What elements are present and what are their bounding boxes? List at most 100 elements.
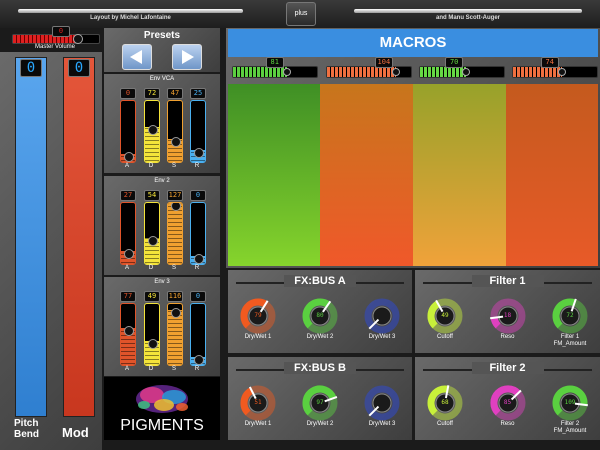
fader-stripes bbox=[168, 203, 182, 264]
fader-handle[interactable] bbox=[124, 325, 134, 336]
envelope-a-display: 0 bbox=[120, 88, 136, 99]
layout-credit: Layout by Michel Lafontaine bbox=[90, 15, 171, 21]
macro-3-pad[interactable] bbox=[413, 84, 506, 266]
pitch-bend-strip[interactable] bbox=[15, 57, 47, 417]
knob-value: 80 bbox=[316, 312, 324, 319]
envelope-stage-label: S bbox=[171, 265, 176, 271]
fader-stripes bbox=[145, 203, 159, 264]
pitch-bend-display: 0 bbox=[20, 59, 42, 77]
knob-value: 72 bbox=[566, 312, 574, 319]
envelope-r-fader[interactable] bbox=[190, 202, 206, 265]
envelope-d-display: 54 bbox=[144, 190, 160, 201]
envelope-r-fader[interactable] bbox=[190, 303, 206, 366]
filter-2-title: Filter 2 bbox=[471, 362, 544, 374]
knob-label: Cutoff bbox=[437, 421, 453, 427]
plus-button[interactable]: plus bbox=[286, 2, 316, 26]
fader-handle[interactable] bbox=[124, 152, 134, 162]
pigments-logo-text: PIGMENTS bbox=[120, 417, 204, 434]
envelope-d-fader[interactable] bbox=[144, 303, 160, 366]
knob-value: 109 bbox=[564, 399, 576, 406]
envelope-stage-label: A bbox=[124, 366, 129, 372]
macro-2-pad[interactable] bbox=[320, 84, 413, 266]
master-volume-handle[interactable] bbox=[72, 34, 83, 44]
knob-label: Cutoff bbox=[437, 334, 453, 340]
envelope-s-display: 116 bbox=[167, 291, 183, 302]
envelope-a-display: 77 bbox=[120, 291, 136, 302]
knob-label: Dry/Wet 3 bbox=[368, 421, 396, 427]
co-author-credit: and Manu Scott-Auger bbox=[436, 15, 500, 21]
envelope-stage-label: D bbox=[148, 265, 154, 271]
macro-slider-fill bbox=[513, 67, 562, 77]
envelope-d-fader[interactable] bbox=[144, 100, 160, 163]
macro-1-pad[interactable] bbox=[228, 84, 320, 266]
envelope-d-display: 72 bbox=[144, 88, 160, 99]
preset-prev-button[interactable] bbox=[122, 44, 152, 70]
envelope-title: Env 2 bbox=[154, 178, 170, 184]
knob-value: 79 bbox=[254, 312, 262, 319]
knob-value: 51 bbox=[254, 399, 262, 406]
knob-label: Filter 2 FM_Amount bbox=[553, 421, 587, 434]
macro-slider-handle[interactable] bbox=[282, 68, 291, 76]
knob-label: Filter 1 FM_Amount bbox=[553, 334, 587, 347]
envelope-s-fader[interactable] bbox=[167, 303, 183, 366]
knob-label: Reso bbox=[500, 421, 515, 427]
macro-4-display: 74 bbox=[540, 57, 559, 68]
envelope-stage-label: R bbox=[194, 366, 200, 372]
envelope-stage-label: R bbox=[194, 163, 200, 169]
presets-title: Presets bbox=[143, 30, 181, 41]
knob-value: 18 bbox=[503, 312, 512, 319]
pitch-bend-label-line2: Bend bbox=[14, 429, 39, 440]
macro-2-slider[interactable] bbox=[326, 66, 412, 78]
arrow-left-icon bbox=[130, 50, 142, 64]
top-rail-right bbox=[354, 9, 582, 13]
macro-1-display: 81 bbox=[265, 57, 284, 68]
knob-dial[interactable] bbox=[362, 383, 402, 423]
fader-handle[interactable] bbox=[194, 147, 204, 158]
macro-slider-fill bbox=[233, 67, 287, 77]
fader-handle[interactable] bbox=[148, 235, 158, 246]
macro-2-display: 104 bbox=[374, 57, 393, 68]
macro-slider-handle[interactable] bbox=[462, 68, 471, 76]
macro-4-pad[interactable] bbox=[506, 84, 598, 266]
fader-handle[interactable] bbox=[194, 254, 204, 264]
envelope-stage-label: A bbox=[124, 163, 129, 169]
envelope-d-display: 49 bbox=[144, 291, 160, 302]
mod-wheel-label: Mod bbox=[62, 425, 89, 440]
macros-title: MACROS bbox=[228, 29, 598, 57]
knob-dial[interactable] bbox=[362, 296, 402, 336]
macro-3-display: 70 bbox=[445, 57, 464, 68]
envelope-s-display: 127 bbox=[167, 190, 183, 201]
envelope-s-fader[interactable] bbox=[167, 202, 183, 265]
fader-handle[interactable] bbox=[171, 307, 181, 318]
fader-handle[interactable] bbox=[194, 355, 204, 365]
envelope-s-fader[interactable] bbox=[167, 100, 183, 163]
preset-next-button[interactable] bbox=[172, 44, 202, 70]
mod-wheel-display: 0 bbox=[68, 59, 90, 77]
envelope-a-fader[interactable] bbox=[120, 202, 136, 265]
filter-1-title: Filter 1 bbox=[471, 275, 544, 287]
master-volume-display: 0 bbox=[52, 26, 70, 37]
knob-label: Reso bbox=[500, 334, 515, 340]
top-rail-left bbox=[18, 9, 243, 13]
envelope-r-display: 0 bbox=[190, 190, 206, 201]
macro-3-slider[interactable] bbox=[419, 66, 505, 78]
knob-value: 68 bbox=[441, 399, 449, 406]
macro-slider-handle[interactable] bbox=[391, 68, 400, 76]
macro-slider-handle[interactable] bbox=[557, 68, 566, 76]
macro-slider-fill bbox=[420, 67, 467, 77]
envelope-r-fader[interactable] bbox=[190, 100, 206, 163]
knob-label: Dry/Wet 1 bbox=[244, 421, 272, 427]
master-volume-label: Master Volume bbox=[34, 44, 76, 50]
pigments-logo: PIGMENTS bbox=[104, 377, 220, 440]
envelope-stage-label: S bbox=[171, 366, 176, 372]
fx-bus-b-title: FX:BUS B bbox=[284, 362, 356, 374]
envelope-stage-label: R bbox=[194, 265, 200, 271]
envelope-stage-label: A bbox=[124, 265, 129, 271]
fader-stripes bbox=[145, 304, 159, 365]
fader-stripes bbox=[168, 101, 182, 162]
envelope-a-fader[interactable] bbox=[120, 303, 136, 366]
knob-label: Dry/Wet 3 bbox=[368, 334, 396, 340]
envelope-d-fader[interactable] bbox=[144, 202, 160, 265]
envelope-a-fader[interactable] bbox=[120, 100, 136, 163]
mod-wheel-strip[interactable] bbox=[63, 57, 95, 417]
